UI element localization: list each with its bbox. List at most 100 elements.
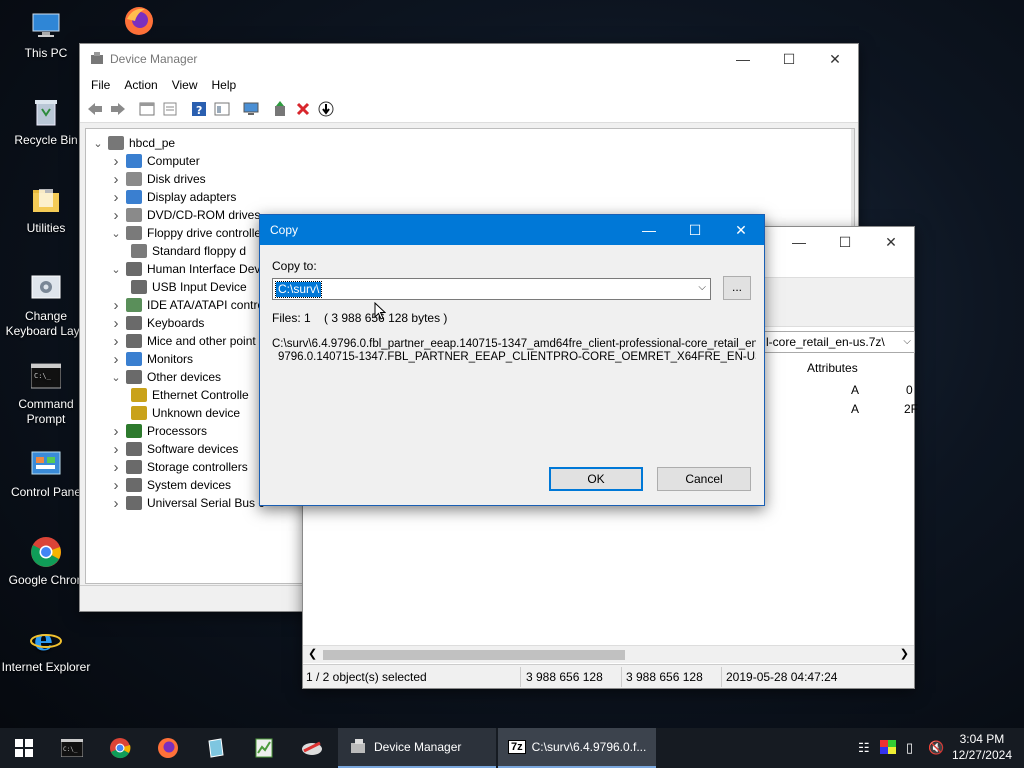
minimize-button[interactable]: — (626, 215, 672, 245)
tree-item[interactable]: › Disk drives (109, 170, 206, 188)
column-header-attributes[interactable]: Attributes (807, 361, 858, 375)
chevron-right-icon[interactable]: › (109, 441, 123, 458)
tree-item[interactable]: › Mice and other point (109, 332, 256, 350)
status-bar: 1 / 2 object(s) selected 3 988 656 128 3… (303, 664, 914, 688)
desktop-icon-internet-explorer[interactable]: e Internet Explorer (0, 622, 92, 675)
firefox-icon (122, 4, 156, 38)
maximize-button[interactable]: ☐ (822, 227, 868, 257)
chevron-right-icon[interactable]: › (109, 171, 123, 188)
clock[interactable]: 3:04 PM 12/27/2024 (952, 731, 1012, 763)
title-bar[interactable]: Copy — ☐ ✕ (260, 215, 764, 245)
chevron-down-icon[interactable]: ⌄ (109, 371, 123, 384)
taskbar-command-prompt[interactable]: C:\_ (48, 728, 96, 768)
chevron-right-icon[interactable]: › (109, 315, 123, 332)
tree-item[interactable]: Ethernet Controlle (128, 386, 249, 404)
tree-item[interactable]: › Computer (109, 152, 200, 170)
tree-item[interactable]: › Monitors (109, 350, 194, 368)
scroll-left-icon[interactable]: ❮ (308, 647, 317, 660)
ok-button[interactable]: OK (549, 467, 643, 491)
chevron-right-icon[interactable]: › (109, 477, 123, 494)
taskbar-app-2[interactable] (240, 728, 288, 768)
color-tray-icon[interactable] (880, 740, 896, 757)
tree-item[interactable]: USB Input Device (128, 278, 247, 296)
tree-item[interactable]: Standard floppy d (128, 242, 246, 260)
start-button[interactable] (0, 728, 48, 768)
scan-hardware-icon[interactable] (240, 98, 262, 120)
chevron-right-icon[interactable]: › (109, 207, 123, 224)
menu-help[interactable]: Help (205, 78, 244, 92)
taskbar-app-1[interactable] (192, 728, 240, 768)
tree-item-label: IDE ATA/ATAPI contro (147, 298, 265, 312)
svg-text:e: e (34, 623, 53, 655)
tree-root[interactable]: ⌄ hbcd_pe (91, 134, 175, 152)
chevron-right-icon[interactable]: › (109, 333, 123, 350)
tree-item[interactable]: › DVD/CD-ROM drives (109, 206, 261, 224)
tree-item[interactable]: › Keyboards (109, 314, 205, 332)
properties-icon[interactable] (159, 98, 181, 120)
minimize-button[interactable]: — (720, 44, 766, 74)
tree-item[interactable]: › Software devices (109, 440, 239, 458)
chevron-down-icon[interactable]: ⌄ (109, 227, 123, 240)
network-icon[interactable]: ☷ (858, 740, 870, 756)
download-driver-icon[interactable] (315, 98, 337, 120)
chevron-right-icon[interactable]: › (109, 459, 123, 476)
destination-combobox[interactable]: C:\surv\ ⌵ (272, 278, 711, 300)
usb-icon[interactable]: ▯ (906, 740, 913, 756)
copy-to-label: Copy to: (272, 259, 317, 273)
volume-muted-icon[interactable]: 🔇 (928, 740, 944, 756)
chevron-right-icon[interactable]: › (109, 423, 123, 440)
tree-item[interactable]: › System devices (109, 476, 232, 494)
close-button[interactable]: ✕ (718, 215, 764, 245)
menu-action[interactable]: Action (117, 78, 164, 92)
close-button[interactable]: ✕ (812, 44, 858, 74)
chevron-right-icon[interactable]: › (109, 189, 123, 206)
chevron-right-icon[interactable]: › (109, 351, 123, 368)
chevron-down-icon[interactable]: ⌄ (109, 263, 123, 276)
menu-view[interactable]: View (165, 78, 205, 92)
chevron-down-icon[interactable]: ⌄ (91, 137, 105, 150)
clock-time: 3:04 PM (959, 732, 1005, 746)
browse-button[interactable]: ... (723, 276, 751, 300)
desktop-icon-firefox[interactable] (93, 4, 185, 42)
maximize-button[interactable]: ☐ (672, 215, 718, 245)
maximize-button[interactable]: ☐ (766, 44, 812, 74)
tree-item[interactable]: ⌄ Human Interface Devi (109, 260, 263, 278)
cancel-button[interactable]: Cancel (657, 467, 751, 491)
chevron-right-icon[interactable]: › (109, 297, 123, 314)
update-driver-icon[interactable] (269, 98, 291, 120)
tree-item[interactable]: › Processors (109, 422, 208, 440)
help-icon[interactable]: ? (188, 98, 210, 120)
show-hide-tree-icon[interactable] (136, 98, 158, 120)
tree-item[interactable]: › Display adapters (109, 188, 237, 206)
scroll-right-icon[interactable]: ❯ (900, 647, 909, 660)
7zip-icon: 7z (508, 740, 526, 754)
tree-item[interactable]: › Storage controllers (109, 458, 248, 476)
chevron-right-icon[interactable]: › (109, 153, 123, 170)
taskbar-firefox[interactable] (144, 728, 192, 768)
tree-item-label: Mice and other point (147, 334, 256, 348)
uninstall-icon[interactable] (292, 98, 314, 120)
taskbar-window-device-manager[interactable]: Device Manager (338, 728, 496, 768)
back-arrow-icon[interactable] (84, 98, 106, 120)
minimize-button[interactable]: — (776, 227, 822, 257)
taskbar-app-3[interactable] (288, 728, 336, 768)
taskbar-window-7zip[interactable]: 7z C:\surv\6.4.9796.0.f... (498, 728, 656, 768)
taskbar-chrome[interactable] (96, 728, 144, 768)
scroll-thumb[interactable] (323, 650, 625, 660)
path-combobox[interactable]: l-core_retail_en-us.7z\ ⌵ (763, 331, 915, 353)
control-panel-icon (29, 447, 63, 481)
tree-item[interactable]: › IDE ATA/ATAPI contro (109, 296, 265, 314)
chevron-down-icon[interactable]: ⌵ (698, 282, 706, 293)
forward-arrow-icon[interactable] (107, 98, 129, 120)
chevron-right-icon[interactable]: › (109, 495, 123, 512)
close-button[interactable]: ✕ (868, 227, 914, 257)
title-bar[interactable]: Device Manager — ☐ ✕ (80, 44, 858, 74)
chevron-down-icon[interactable]: ⌵ (903, 332, 911, 352)
tree-item[interactable]: ⌄ Floppy drive controlle (109, 224, 261, 242)
tree-item[interactable]: ⌄ Other devices (109, 368, 221, 386)
horizontal-scrollbar[interactable]: ❮ ❯ (303, 645, 914, 663)
tree-item[interactable]: Unknown device (128, 404, 240, 422)
tree-item[interactable]: › Universal Serial Bus c (109, 494, 265, 512)
menu-file[interactable]: File (84, 78, 117, 92)
view-icon[interactable] (211, 98, 233, 120)
